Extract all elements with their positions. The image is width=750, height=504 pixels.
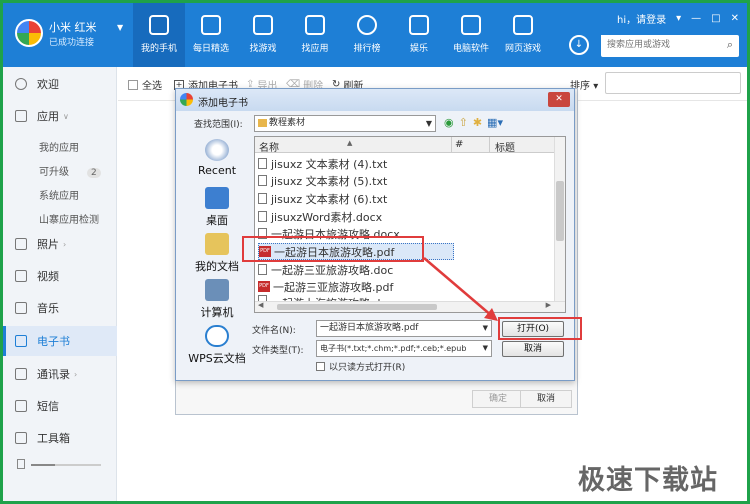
annotation-arrow (423, 257, 498, 321)
watermark: 极速下载站 (578, 465, 718, 496)
